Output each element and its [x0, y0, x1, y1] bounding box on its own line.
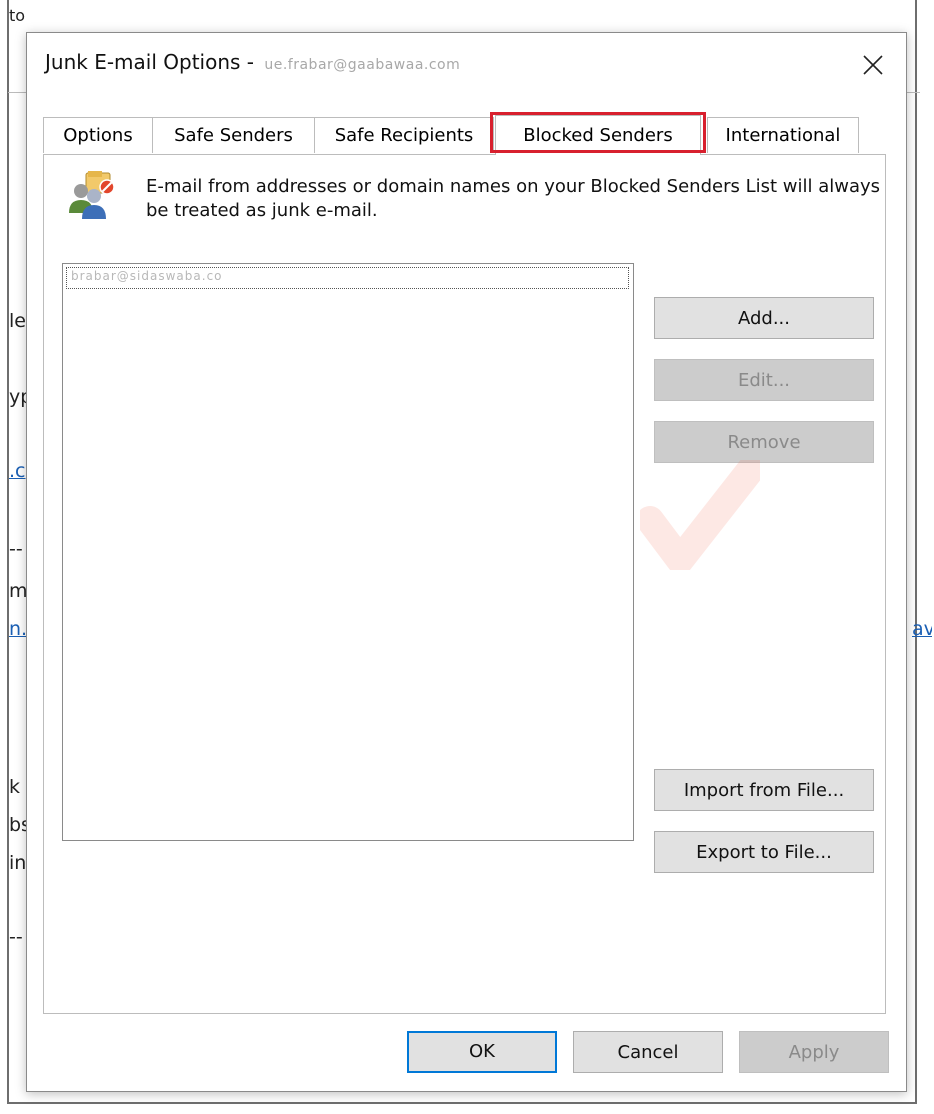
junk-email-options-dialog: Junk E-mail Options - ue.frabar@gaabawaa…: [26, 32, 907, 1092]
add-button[interactable]: Add...: [654, 297, 874, 339]
dialog-title-account: ue.frabar@gaabawaa.com: [264, 57, 461, 73]
import-from-file-button[interactable]: Import from File...: [654, 769, 874, 811]
tab-strip: Options Safe Senders Safe Recipients Blo…: [43, 112, 883, 155]
background-link[interactable]: av: [912, 618, 932, 640]
tab-safe-recipients[interactable]: Safe Recipients: [314, 117, 494, 153]
title-bar[interactable]: Junk E-mail Options - ue.frabar@gaabawaa…: [27, 33, 906, 93]
export-to-file-button[interactable]: Export to File...: [654, 831, 874, 873]
tab-blocked-senders-label: Blocked Senders: [523, 125, 673, 146]
tab-blocked-senders[interactable]: Blocked Senders: [490, 112, 706, 155]
blocked-senders-list[interactable]: brabar@sidaswaba.co: [62, 263, 634, 841]
list-item[interactable]: brabar@sidaswaba.co: [66, 267, 629, 289]
background-text-strip: [8, 0, 924, 14]
list-item-address: brabar@sidaswaba.co: [71, 269, 223, 283]
dialog-title: Junk E-mail Options - ue.frabar@gaabawaa…: [45, 50, 460, 74]
cancel-button[interactable]: Cancel: [573, 1031, 723, 1073]
blocked-senders-description: E-mail from addresses or domain names on…: [146, 176, 881, 221]
tab-options[interactable]: Options: [43, 117, 153, 153]
background-text: to: [9, 6, 26, 25]
background-divider: [906, 92, 920, 93]
blocked-senders-panel: E-mail from addresses or domain names on…: [43, 154, 886, 1014]
ok-button[interactable]: OK: [407, 1031, 557, 1073]
apply-button[interactable]: Apply: [739, 1031, 889, 1073]
blocked-users-icon: [69, 171, 115, 219]
background-divider: [8, 92, 28, 93]
close-icon: [863, 55, 883, 75]
close-button[interactable]: [853, 47, 893, 81]
dialog-title-text: Junk E-mail Options -: [45, 50, 254, 74]
tab-international[interactable]: International: [707, 117, 859, 153]
remove-button[interactable]: Remove: [654, 421, 874, 463]
edit-button[interactable]: Edit...: [654, 359, 874, 401]
tab-safe-senders[interactable]: Safe Senders: [152, 117, 315, 153]
